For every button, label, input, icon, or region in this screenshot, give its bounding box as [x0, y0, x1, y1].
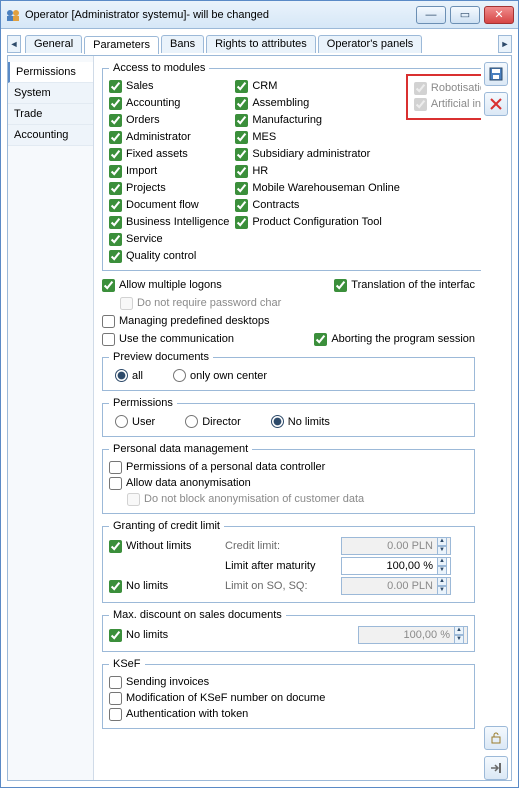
pdm-legend: Personal data management — [109, 443, 252, 455]
chk-accounting[interactable]: Accounting — [109, 95, 229, 111]
tab-panels[interactable]: Operator's panels — [318, 35, 422, 53]
chk-use-comm[interactable]: Use the communication — [102, 331, 234, 347]
highlight-box: Robotisation (RPA) Artificial intel. (AI… — [406, 74, 481, 120]
credit-limit-label: Credit limit: — [225, 540, 335, 552]
close-icon — [489, 97, 503, 111]
chk-subs-admin[interactable]: Subsidiary administrator — [235, 146, 400, 162]
tab-parameters[interactable]: Parameters — [84, 36, 159, 54]
chk-mwo[interactable]: Mobile Warehouseman Online — [235, 180, 400, 196]
preview-legend: Preview documents — [109, 351, 213, 363]
chk-maxdisc-nolimits[interactable]: No limits — [109, 627, 219, 643]
radio-user[interactable]: User — [115, 415, 155, 428]
maxdisc-legend: Max. discount on sales documents — [109, 609, 286, 621]
chk-sales[interactable]: Sales — [109, 78, 229, 94]
sidebar-item-system[interactable]: System — [8, 83, 93, 104]
next-button[interactable] — [484, 756, 508, 780]
chk-contracts[interactable]: Contracts — [235, 197, 400, 213]
tab-general[interactable]: General — [25, 35, 82, 53]
lock-button[interactable] — [484, 726, 508, 750]
sidebar-item-accounting[interactable]: Accounting — [8, 125, 93, 146]
radio-nolimits[interactable]: No limits — [271, 415, 330, 428]
maxdisc-input: 100,00 % ▲▼ — [358, 626, 468, 644]
preview-documents-group: Preview documents all only own center — [102, 351, 475, 391]
credit-group: Granting of credit limit Without limits … — [102, 520, 475, 603]
maximize-button[interactable]: ▭ — [450, 6, 480, 24]
chk-administrator[interactable]: Administrator — [109, 129, 229, 145]
chk-no-block-anon: Do not block anonymisation of customer d… — [127, 491, 468, 507]
chk-manage-desktops[interactable]: Managing predefined desktops — [102, 313, 475, 329]
arrow-right-bar-icon — [489, 761, 503, 775]
chk-bi[interactable]: Business Intelligence — [109, 214, 229, 230]
chk-mes[interactable]: MES — [235, 129, 400, 145]
chk-no-pwd-char: Do not require password char — [120, 295, 475, 311]
access-to-modules-group: Access to modules Sales Accounting Order… — [102, 62, 481, 271]
pdm-group: Personal data management Permissions of … — [102, 443, 475, 514]
save-button[interactable] — [484, 62, 508, 86]
ksef-legend: KSeF — [109, 658, 145, 670]
credit-limit-input: 0.00 PLN ▲▼ — [341, 537, 451, 555]
sidebar-item-trade[interactable]: Trade — [8, 104, 93, 125]
chk-document-flow[interactable]: Document flow — [109, 197, 229, 213]
chk-allow-anon[interactable]: Allow data anonymisation — [109, 475, 468, 491]
chk-no-limits-so[interactable]: No limits — [109, 578, 219, 594]
limit-after-label: Limit after maturity — [225, 560, 335, 572]
chk-orders[interactable]: Orders — [109, 112, 229, 128]
chk-hr[interactable]: HR — [235, 163, 400, 179]
chk-import[interactable]: Import — [109, 163, 229, 179]
save-icon — [489, 67, 503, 81]
chk-quality[interactable]: Quality control — [109, 248, 229, 264]
tab-scroll-left[interactable]: ◄ — [7, 35, 21, 53]
chk-pct[interactable]: Product Configuration Tool — [235, 214, 400, 230]
chk-allow-multiple[interactable]: Allow multiple logons — [102, 277, 222, 293]
chk-without-limits[interactable]: Without limits — [109, 538, 219, 554]
chk-fixed-assets[interactable]: Fixed assets — [109, 146, 229, 162]
maxdisc-group: Max. discount on sales documents No limi… — [102, 609, 475, 652]
permissions-group: Permissions User Director No limits — [102, 397, 475, 437]
chk-manufacturing[interactable]: Manufacturing — [235, 112, 400, 128]
minimize-button[interactable]: — — [416, 6, 446, 24]
tab-rights[interactable]: Rights to attributes — [206, 35, 316, 53]
window-title: Operator [Administrator systemu]- will b… — [25, 9, 416, 21]
ksef-group: KSeF Sending invoices Modification of KS… — [102, 658, 475, 729]
close-window-button[interactable]: ✕ — [484, 6, 514, 24]
chk-pdm-controller[interactable]: Permissions of a personal data controlle… — [109, 459, 468, 475]
limit-after-input[interactable]: 100,00 % ▲▼ — [341, 557, 451, 575]
credit-legend: Granting of credit limit — [109, 520, 224, 532]
cancel-button[interactable] — [484, 92, 508, 116]
chk-abort-session[interactable]: Aborting the program session — [314, 331, 475, 347]
radio-preview-own[interactable]: only own center — [173, 369, 267, 382]
chk-ksef-sending[interactable]: Sending invoices — [109, 674, 468, 690]
chk-ksef-auth[interactable]: Authentication with token — [109, 706, 468, 722]
chk-ksef-modify[interactable]: Modification of KSeF number on docume — [109, 690, 468, 706]
chk-rpa: Robotisation (RPA) — [414, 80, 481, 96]
chk-translation[interactable]: Translation of the interfac — [334, 277, 475, 293]
chk-assembling[interactable]: Assembling — [235, 95, 400, 111]
access-legend: Access to modules — [109, 62, 209, 74]
chk-crm[interactable]: CRM — [235, 78, 400, 94]
so-label: Limit on SO, SQ: — [225, 580, 335, 592]
permissions-legend: Permissions — [109, 397, 177, 409]
chk-service[interactable]: Service — [109, 231, 229, 247]
lock-open-icon — [489, 731, 503, 745]
tab-bans[interactable]: Bans — [161, 35, 204, 53]
radio-director[interactable]: Director — [185, 415, 241, 428]
tab-scroll-right[interactable]: ► — [498, 35, 512, 53]
chk-projects[interactable]: Projects — [109, 180, 229, 196]
chk-ai: Artificial intel. (AI) — [414, 96, 481, 112]
sidebar-item-permissions[interactable]: Permissions — [8, 62, 93, 83]
app-icon — [5, 7, 21, 23]
so-input: 0.00 PLN ▲▼ — [341, 577, 451, 595]
radio-preview-all[interactable]: all — [115, 369, 143, 382]
